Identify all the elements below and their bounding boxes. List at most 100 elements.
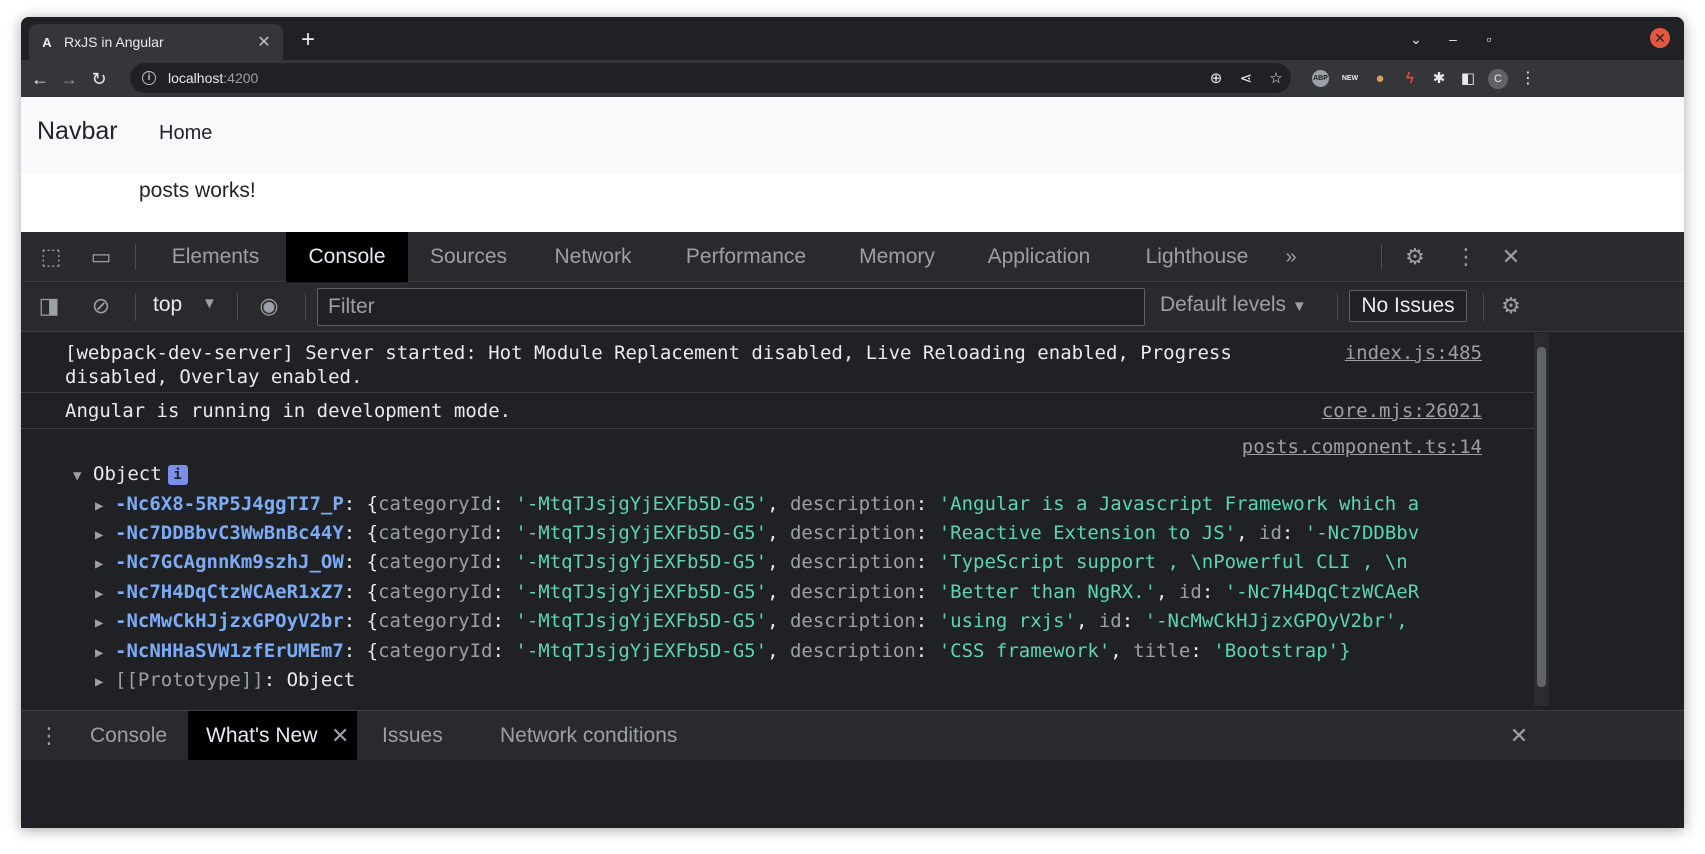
entry-prop: id bbox=[1098, 610, 1122, 632]
message-source-link[interactable]: posts.component.ts:14 bbox=[1242, 435, 1482, 459]
drawer-tab-issues[interactable]: Issues bbox=[382, 711, 443, 761]
side-panel-icon[interactable]: ◧ bbox=[1457, 68, 1479, 90]
close-tab-icon[interactable]: ✕ bbox=[331, 711, 349, 761]
filter-input[interactable]: Filter bbox=[317, 288, 1145, 326]
issues-button[interactable]: No Issues bbox=[1349, 290, 1467, 322]
navbar-brand[interactable]: Navbar bbox=[37, 117, 118, 146]
tab-elements[interactable]: Elements bbox=[147, 232, 284, 282]
tab-search-icon[interactable]: ⌄ bbox=[1402, 26, 1430, 52]
back-arrow-icon[interactable]: ← bbox=[26, 65, 54, 93]
new-tab-button[interactable]: + bbox=[294, 26, 322, 54]
info-icon[interactable]: i bbox=[167, 465, 188, 485]
object-entry[interactable]: ▶ -Nc7DDBbvC3WwBnBc44Y: {categoryId: '-Mt… bbox=[95, 521, 1419, 547]
device-toolbar-icon[interactable]: ▭ bbox=[85, 242, 117, 272]
entry-category-id: '-MtqTJsjgYjEXFb5D-G5' bbox=[515, 522, 768, 544]
adblock-extension-icon[interactable]: ABP bbox=[1312, 70, 1329, 87]
entry-value: '-Nc7DDBbv bbox=[1304, 522, 1420, 544]
tab-memory[interactable]: Memory bbox=[835, 232, 959, 282]
triangle-right-icon: ▶ bbox=[95, 527, 104, 543]
minimize-button[interactable]: – bbox=[1439, 26, 1467, 52]
entry-prop: description bbox=[789, 640, 916, 662]
separator bbox=[237, 293, 238, 321]
profile-avatar[interactable]: C bbox=[1488, 69, 1508, 89]
devtools-menu-icon[interactable]: ⋮ bbox=[1450, 242, 1482, 272]
devtools-panel: ⬚ ▭ Elements Console Sources Network Per… bbox=[21, 232, 1684, 828]
message-source-link[interactable]: core.mjs:26021 bbox=[1322, 399, 1482, 423]
triangle-right-icon: ▶ bbox=[95, 556, 104, 572]
tab-application[interactable]: Application bbox=[961, 232, 1117, 282]
scrollbar-thumb[interactable] bbox=[1537, 347, 1546, 687]
drawer-menu-icon[interactable]: ⋮ bbox=[33, 721, 65, 751]
drawer-close-icon[interactable]: ✕ bbox=[1503, 721, 1535, 751]
console-scrollbar[interactable] bbox=[1534, 333, 1549, 706]
forward-arrow-icon[interactable]: → bbox=[55, 65, 83, 93]
entry-category-id: '-MtqTJsjgYjEXFb5D-G5' bbox=[515, 640, 768, 662]
share-icon[interactable]: ⋖ bbox=[1231, 69, 1261, 87]
prototype-entry[interactable]: ▶ [[Prototype]]: Object bbox=[95, 668, 355, 694]
triangle-right-icon: ▶ bbox=[95, 615, 104, 631]
extensions-puzzle-icon[interactable]: ✱ bbox=[1428, 68, 1450, 90]
devtools-drawer-tabbar: ⋮ Console What's New ✕ Issues Network con… bbox=[21, 710, 1684, 761]
drawer-tab-network-conditions[interactable]: Network conditions bbox=[500, 711, 677, 761]
entry-value: 'Reactive Extension to JS' bbox=[938, 522, 1237, 544]
zoom-icon[interactable]: ⊕ bbox=[1201, 69, 1231, 87]
console-message-object: posts.component.ts:14 ▼ Object i ▶ -Nc6X8-5… bbox=[21, 429, 1534, 699]
object-entry[interactable]: ▶ -NcMwCkHJjzxGPOyV2br: {categoryId: '-Mt… bbox=[95, 609, 1408, 635]
bookmark-star-icon[interactable]: ☆ bbox=[1261, 69, 1291, 87]
red-extension-icon[interactable]: ϟ bbox=[1399, 68, 1421, 90]
message-text: [webpack-dev-server] Server started: Hot… bbox=[65, 342, 1232, 364]
separator bbox=[1483, 293, 1484, 321]
entry-prop: description bbox=[789, 493, 916, 515]
object-entry[interactable]: ▶ -Nc6X8-5RP5J4ggTI7_P: {categoryId: '-Mt… bbox=[95, 492, 1419, 518]
cookie-extension-icon[interactable]: ● bbox=[1369, 68, 1391, 90]
prototype-value: Object bbox=[286, 669, 356, 691]
navbar: Navbar Home bbox=[21, 97, 1684, 173]
drawer-tab-console[interactable]: Console bbox=[90, 711, 167, 761]
triangle-right-icon: ▶ bbox=[95, 586, 104, 602]
console-settings-gear-icon[interactable]: ⚙ bbox=[1495, 291, 1527, 321]
tab-lighthouse[interactable]: Lighthouse bbox=[1119, 232, 1275, 282]
drawer-tab-whats-new[interactable]: What's New ✕ bbox=[188, 711, 358, 761]
browser-menu-icon[interactable]: ⋮ bbox=[1517, 68, 1539, 90]
window-close-button[interactable]: ✕ bbox=[1650, 28, 1670, 48]
site-info-icon[interactable]: i bbox=[142, 71, 156, 85]
separator bbox=[1337, 293, 1338, 321]
tab-title: RxJS in Angular bbox=[64, 34, 164, 50]
reload-icon[interactable]: ↻ bbox=[85, 65, 113, 93]
object-entry[interactable]: ▶ -NcNHHaSVW1zfErUMEm7: {categoryId: '-Mt… bbox=[95, 639, 1351, 665]
tab-console[interactable]: Console bbox=[286, 232, 408, 282]
entry-key: -Nc7DDBbvC3WwBnBc44Y bbox=[115, 522, 344, 544]
maximize-button[interactable]: ▫ bbox=[1475, 26, 1503, 52]
more-tabs-chevron-icon[interactable]: » bbox=[1275, 242, 1307, 272]
tab-network[interactable]: Network bbox=[529, 232, 657, 282]
log-levels-dropdown[interactable]: Default levels ▼ bbox=[1160, 293, 1307, 317]
object-entry[interactable]: ▶ -Nc7GCAgnnKm9szhJ_OW: {categoryId: '-Mt… bbox=[95, 550, 1408, 576]
browser-tab[interactable]: A RxJS in Angular ✕ bbox=[29, 24, 283, 60]
console-message: Angular is running in development mode. … bbox=[21, 393, 1534, 429]
tab-sources[interactable]: Sources bbox=[410, 232, 527, 282]
new-extension-icon[interactable]: NEW bbox=[1339, 68, 1361, 90]
nav-link-home[interactable]: Home bbox=[159, 122, 212, 145]
message-source-link[interactable]: index.js:485 bbox=[1345, 341, 1482, 365]
tab-performance[interactable]: Performance bbox=[659, 232, 833, 282]
settings-gear-icon[interactable]: ⚙ bbox=[1399, 242, 1431, 272]
context-selector[interactable]: top bbox=[153, 293, 182, 317]
clear-console-icon[interactable]: ⊘ bbox=[85, 291, 117, 321]
address-bar[interactable]: i localhost:4200 ⊕ ⋖ ☆ bbox=[130, 63, 1291, 93]
angular-favicon-icon: A bbox=[42, 34, 52, 50]
message-text: Angular is running in development mode. bbox=[65, 400, 512, 422]
sidebar-toggle-icon[interactable]: ◨ bbox=[33, 291, 65, 321]
tab-close-icon[interactable]: ✕ bbox=[255, 32, 273, 52]
console-messages: [webpack-dev-server] Server started: Hot… bbox=[21, 333, 1534, 706]
entry-value: 'Angular is a Javascript Framework which… bbox=[938, 493, 1420, 515]
entry-value: 'Bootstrap'} bbox=[1213, 640, 1351, 662]
entry-value: 'Better than NgRX.' bbox=[938, 581, 1157, 603]
live-expression-eye-icon[interactable]: ◉ bbox=[253, 291, 285, 321]
entry-prop: description bbox=[789, 610, 916, 632]
inspect-element-icon[interactable]: ⬚ bbox=[35, 242, 67, 272]
chevron-down-icon[interactable]: ▼ bbox=[202, 295, 217, 312]
object-entry[interactable]: ▶ -Nc7H4DqCtzWCAeR1xZ7: {categoryId: '-Mt… bbox=[95, 580, 1419, 606]
separator bbox=[135, 244, 136, 270]
object-toggle[interactable]: ▼ Object i bbox=[73, 462, 188, 488]
devtools-close-icon[interactable]: ✕ bbox=[1495, 242, 1527, 272]
